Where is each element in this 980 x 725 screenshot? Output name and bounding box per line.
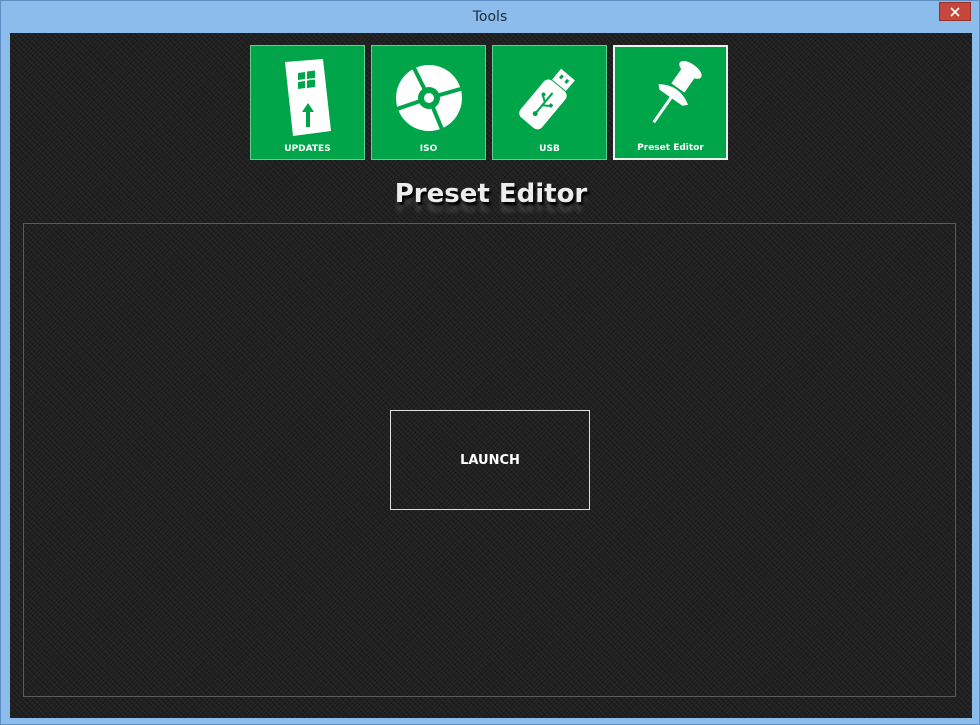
- section-title: Preset Editor: [394, 179, 588, 209]
- disc-icon: [393, 63, 465, 135]
- tile-usb-label: USB: [539, 144, 560, 154]
- window-title: Tools: [472, 9, 508, 25]
- app-window: Tools UPDATES ISO USB Preset Editor Pres…: [0, 0, 980, 725]
- tool-tiles: UPDATES ISO USB Preset Editor: [250, 45, 730, 161]
- tile-usb[interactable]: USB: [492, 45, 607, 160]
- tile-iso-label: ISO: [419, 144, 438, 154]
- tile-updates-label: UPDATES: [284, 144, 331, 154]
- client-area: UPDATES ISO USB Preset Editor Preset Edi…: [10, 33, 972, 718]
- launch-button[interactable]: LAUNCH: [390, 410, 590, 510]
- tile-preset-editor[interactable]: Preset Editor: [613, 45, 728, 160]
- close-icon: [950, 6, 960, 17]
- tile-preset-editor-label: Preset Editor: [637, 143, 704, 153]
- tile-updates[interactable]: UPDATES: [250, 45, 365, 160]
- close-button[interactable]: [939, 2, 971, 21]
- usb-drive-icon: [519, 68, 575, 130]
- pushpin-icon: [652, 60, 702, 124]
- windows-update-icon: [285, 59, 331, 136]
- title-bar[interactable]: Tools: [1, 1, 979, 32]
- preset-editor-panel: LAUNCH: [23, 223, 956, 697]
- tile-iso[interactable]: ISO: [371, 45, 486, 160]
